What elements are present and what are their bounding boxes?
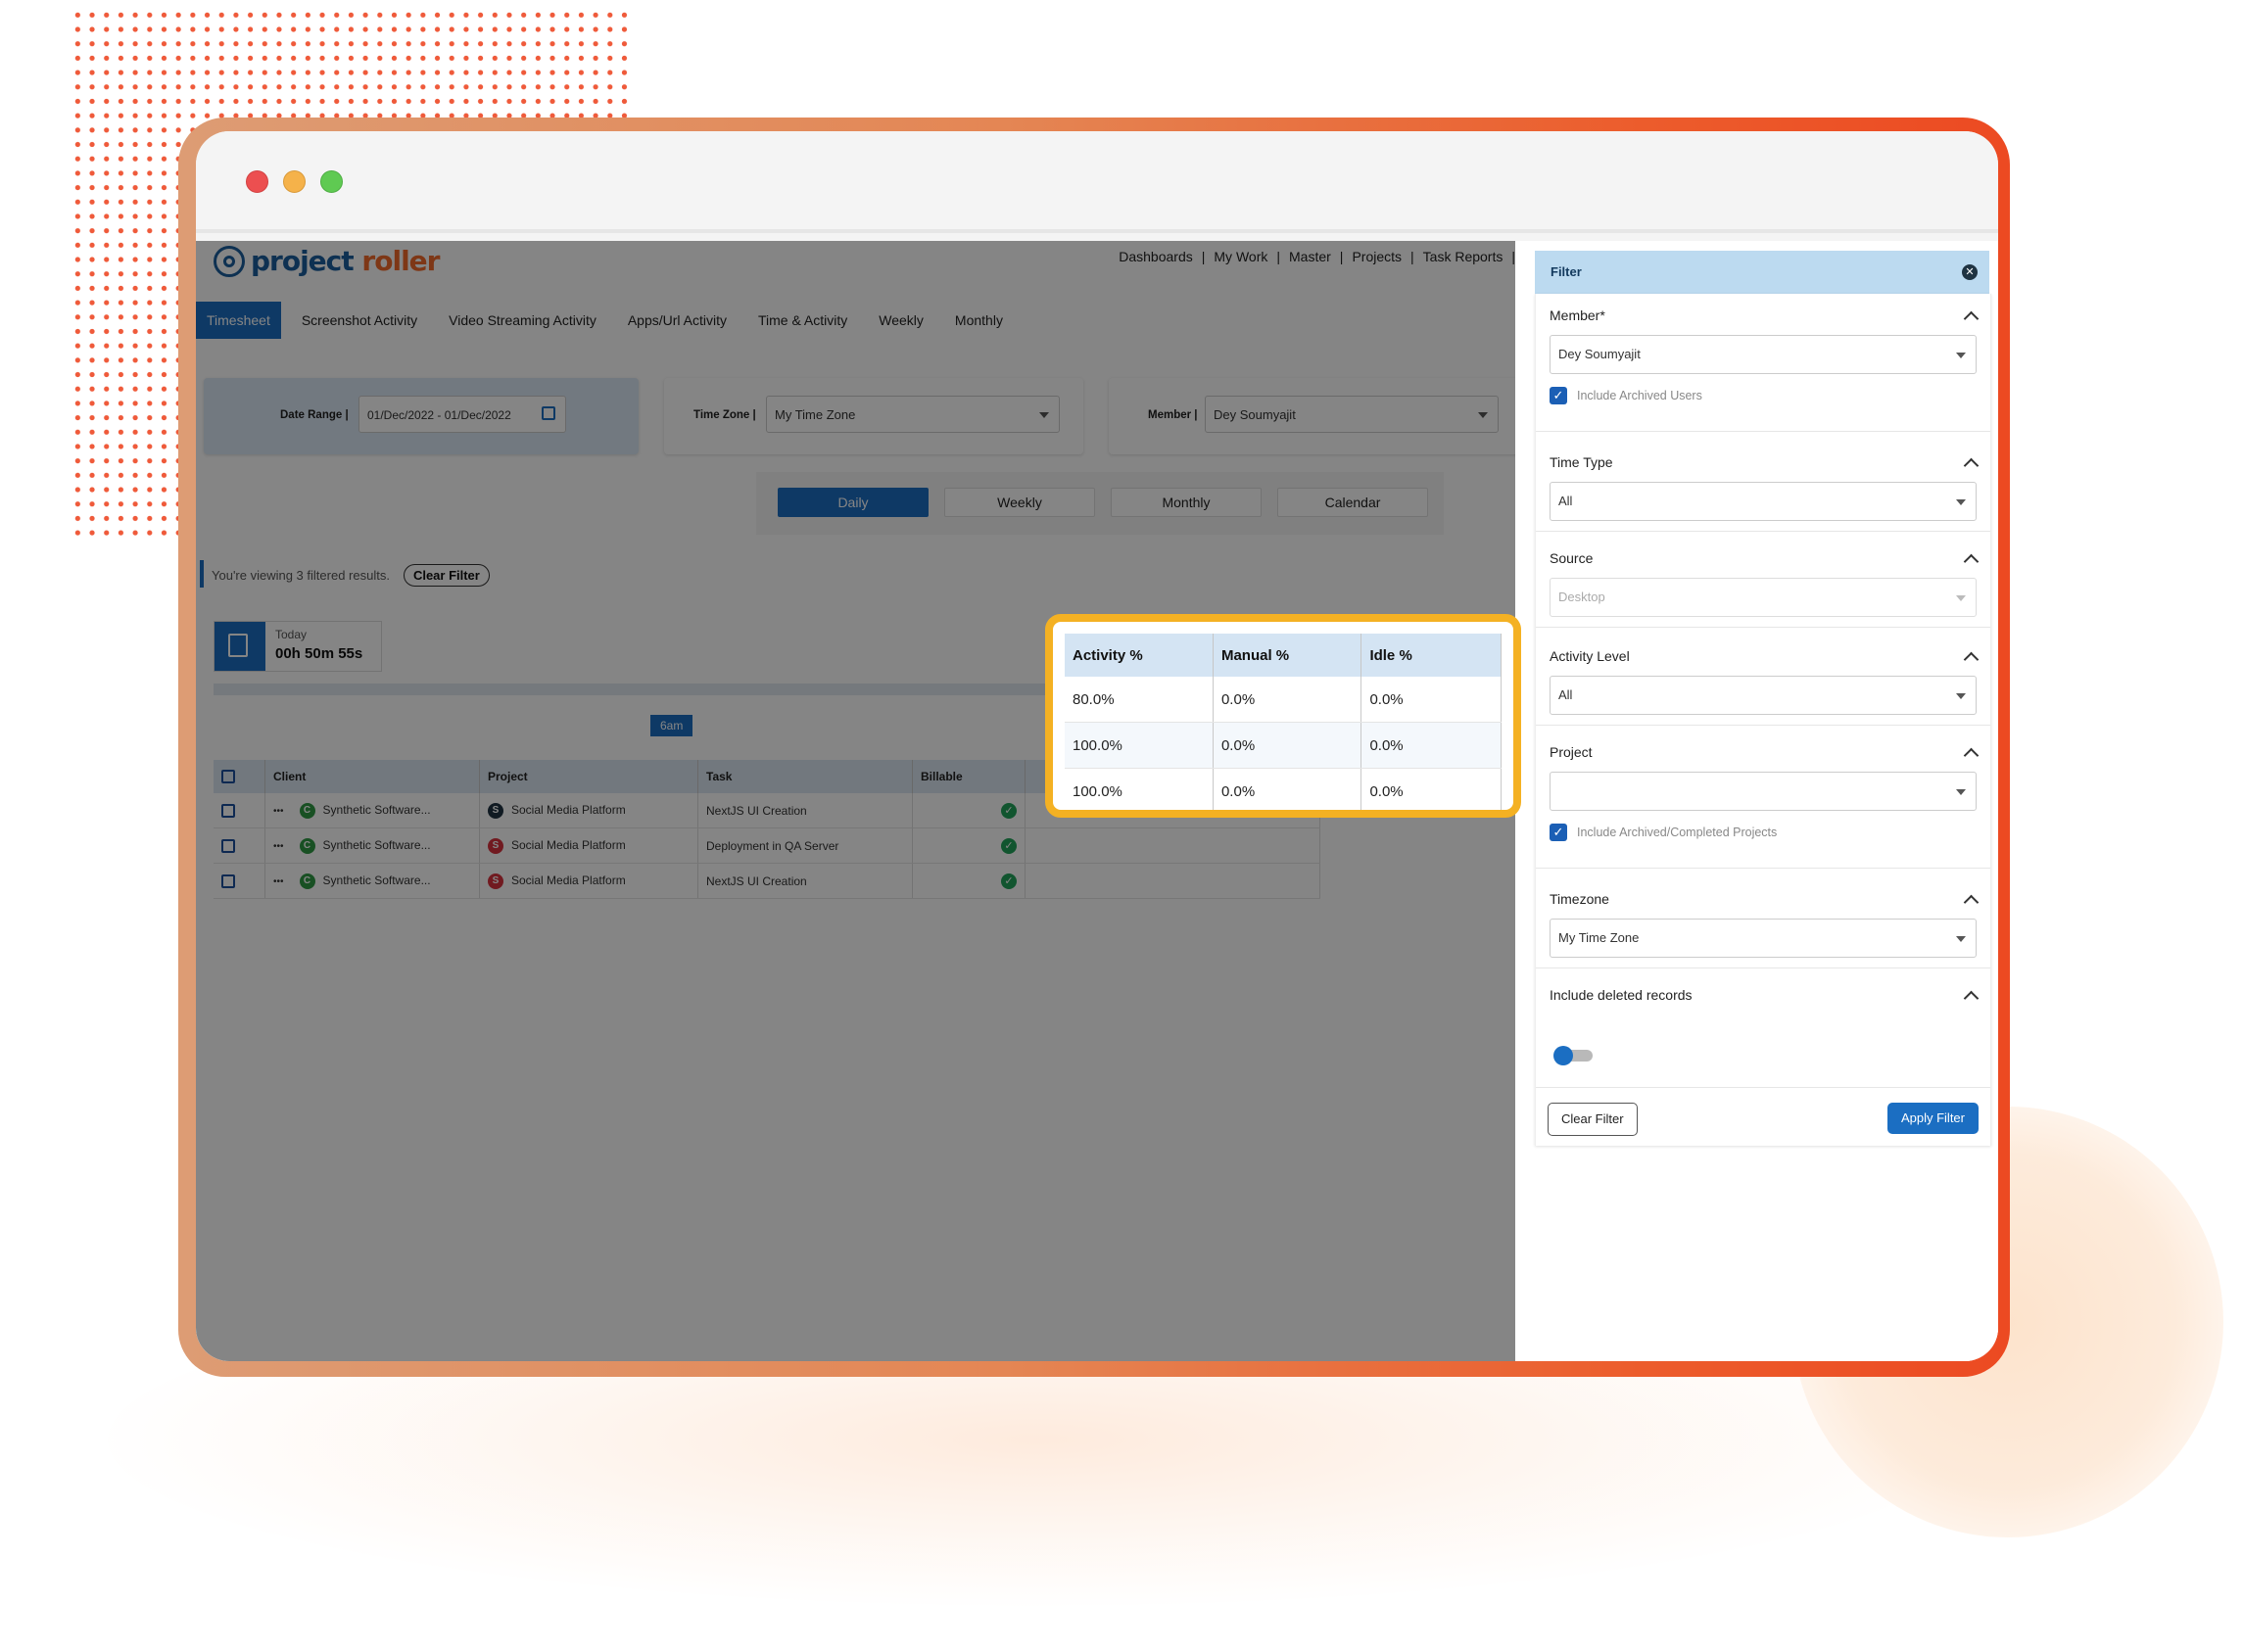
chevron-up-icon[interactable] [1963,457,1980,474]
project-select[interactable] [1550,772,1977,811]
idle-percent: 0.0% [1360,677,1502,723]
chevron-up-icon[interactable] [1963,990,1980,1007]
chevron-down-icon [1956,693,1966,699]
app-window: project roller Dashboards | My Work | Mast… [196,131,1998,1361]
source-select[interactable]: Desktop [1550,578,1977,617]
checkbox-checked-icon[interactable]: ✓ [1550,387,1567,404]
close-dot-icon[interactable] [246,170,268,193]
table-row: 100.0% 0.0% 0.0% [1065,768,1502,810]
chevron-up-icon[interactable] [1963,651,1980,668]
manual-percent: 0.0% [1213,677,1362,723]
chevron-up-icon[interactable] [1963,894,1980,911]
member-section-title: Member* [1550,307,1605,323]
activity-level-value: All [1558,687,1573,702]
activity-highlight-callout: Activity % Manual % Idle % 80.0% 0.0% 0.… [1045,614,1521,818]
manual-percent: 0.0% [1213,722,1362,769]
activity-level-select[interactable]: All [1550,676,1977,715]
chevron-down-icon [1956,936,1966,942]
member-field-value: Dey Soumyajit [1558,347,1641,361]
time-type-value: All [1558,494,1573,508]
app-area: project roller Dashboards | My Work | Mast… [196,241,1998,1361]
include-archived-projects-option[interactable]: ✓ Include Archived/Completed Projects [1550,824,1777,841]
activity-percent: 80.0% [1065,677,1214,723]
chevron-up-icon[interactable] [1963,310,1980,327]
table-header-row: Activity % Manual % Idle % [1065,634,1502,677]
idle-percent: 0.0% [1360,722,1502,769]
timezone-section-title: Timezone [1550,891,1609,907]
filter-panel-title: Filter [1551,264,1582,279]
checkbox-checked-icon[interactable]: ✓ [1550,824,1567,841]
chevron-up-icon[interactable] [1963,553,1980,570]
chevron-down-icon [1956,789,1966,795]
chevron-up-icon[interactable] [1963,747,1980,764]
project-section-title: Project [1550,744,1593,760]
filter-panel-header: Filter ✕ [1535,251,1989,294]
source-section-title: Source [1550,550,1594,566]
member-field[interactable]: Dey Soumyajit [1550,335,1977,374]
timezone-select[interactable]: My Time Zone [1550,919,1977,958]
maximize-dot-icon[interactable] [320,170,343,193]
minimize-dot-icon[interactable] [283,170,306,193]
table-row: 100.0% 0.0% 0.0% [1065,722,1502,769]
window-titlebar [196,131,1998,233]
include-archived-users-option[interactable]: ✓ Include Archived Users [1550,387,1702,404]
chevron-down-icon [1956,499,1966,505]
include-archived-projects-label: Include Archived/Completed Projects [1577,826,1778,839]
close-icon[interactable]: ✕ [1962,264,1978,280]
filter-panel-body: Member* Dey Soumyajit ✓ Include Archived… [1535,294,1991,1146]
table-row: 80.0% 0.0% 0.0% [1065,677,1502,723]
deleted-records-section-title: Include deleted records [1550,987,1693,1003]
source-value: Desktop [1558,590,1605,604]
chevron-down-icon [1956,353,1966,358]
time-type-section-title: Time Type [1550,454,1613,470]
activity-level-section-title: Activity Level [1550,648,1630,664]
column-activity-percent: Activity % [1065,634,1214,677]
column-idle-percent: Idle % [1360,634,1502,677]
activity-percent: 100.0% [1065,722,1214,769]
column-manual-percent: Manual % [1213,634,1362,677]
chevron-down-icon [1956,595,1966,601]
time-type-select[interactable]: All [1550,482,1977,521]
activity-percent: 100.0% [1065,768,1214,810]
timezone-value: My Time Zone [1558,930,1640,945]
apply-filter-button[interactable]: Apply Filter [1886,1103,1979,1134]
idle-percent: 0.0% [1360,768,1502,810]
manual-percent: 0.0% [1213,768,1362,810]
clear-filter-button[interactable]: Clear Filter [1548,1103,1638,1136]
include-deleted-toggle[interactable] [1553,1046,1593,1065]
activity-percent-table: Activity % Manual % Idle % 80.0% 0.0% 0.… [1065,634,1502,810]
filter-panel: Filter ✕ Member* Dey Soumyajit ✓ Include… [1515,241,1998,1361]
include-archived-users-label: Include Archived Users [1577,389,1702,402]
